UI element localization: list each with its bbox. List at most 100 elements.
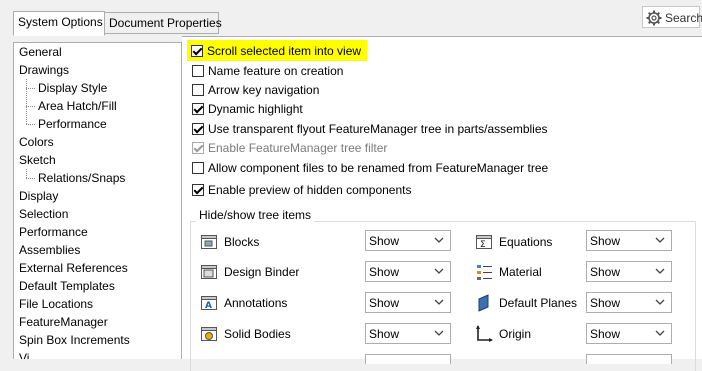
equations-icon: Σ (475, 233, 493, 251)
checkbox[interactable] (192, 103, 204, 115)
option-dynamic-highlight[interactable]: Dynamic highlight (192, 100, 303, 118)
tree-item-drawings[interactable]: Drawings (19, 61, 69, 79)
tab-document-properties[interactable]: Document Properties (104, 12, 222, 34)
chevron-down-icon (434, 330, 444, 336)
checkbox[interactable] (192, 65, 204, 77)
tree-item-external-references[interactable]: External References (19, 259, 128, 277)
tree-item-label: Origin (499, 327, 532, 341)
tree-item-equations: Σ Equations (475, 231, 552, 253)
gear-icon (646, 10, 662, 26)
tree-item-label: Material (499, 265, 542, 279)
material-visibility-select[interactable]: Show (586, 261, 672, 282)
tree-item-annotations: A Annotations (200, 292, 287, 314)
tree-item-area-hatch-fill[interactable]: Area Hatch/Fill (26, 97, 117, 115)
tree-item-file-locations[interactable]: File Locations (19, 295, 93, 313)
option-label: Arrow key navigation (208, 83, 320, 97)
options-tree[interactable]: General Drawings Display Style Area Hatc… (13, 42, 182, 359)
tree-item-selection[interactable]: Selection (19, 205, 68, 223)
select-value: Show (590, 265, 621, 279)
option-name-feature-on-creation[interactable]: Name feature on creation (192, 62, 343, 80)
checkbox[interactable] (192, 84, 204, 96)
featuremanager-options-panel: Scroll selected item into view Name feat… (182, 36, 702, 371)
tree-item-spin-box-increments[interactable]: Spin Box Increments (19, 331, 130, 349)
chevron-down-icon (655, 299, 665, 305)
tree-item-assemblies[interactable]: Assemblies (19, 241, 80, 259)
origin-visibility-select[interactable]: Show (586, 323, 672, 344)
select-value: Show (369, 234, 400, 248)
option-label: Allow component files to be renamed from… (208, 161, 549, 175)
select-value: Show (369, 265, 400, 279)
checkbox (192, 142, 204, 154)
tree-item-relations-snaps[interactable]: Relations/Snaps (25, 169, 125, 187)
option-tree-filter: Enable FeatureManager tree filter (192, 139, 387, 157)
chevron-down-icon (655, 330, 665, 336)
design-binder-visibility-select[interactable]: Show (365, 261, 451, 282)
svg-text:A: A (205, 301, 212, 311)
tree-item-label: Design Binder (224, 265, 300, 279)
annotations-icon: A (200, 294, 218, 312)
tree-item-blocks: Blocks (200, 231, 259, 253)
tree-item-default-templates[interactable]: Default Templates (19, 277, 115, 295)
option-label: Enable FeatureManager tree filter (208, 141, 388, 155)
chevron-down-icon (434, 268, 444, 274)
select-value: Show (590, 234, 621, 248)
design-binder-icon (200, 263, 218, 281)
option-label: Scroll selected item into view (207, 43, 362, 58)
tab-bar: System Options Document Properties Searc… (0, 0, 702, 36)
chevron-down-icon (655, 237, 665, 243)
option-label: Enable preview of hidden components (208, 183, 412, 197)
search-label: Search (665, 11, 702, 25)
option-label: Dynamic highlight (208, 102, 303, 116)
chevron-down-icon (434, 237, 444, 243)
option-label: Name feature on creation (208, 64, 344, 78)
option-transparent-flyout[interactable]: Use transparent flyout FeatureManager tr… (192, 120, 548, 138)
checkbox[interactable] (192, 123, 204, 135)
annotations-visibility-select[interactable]: Show (365, 292, 451, 313)
option-label: Use transparent flyout FeatureManager tr… (208, 122, 548, 136)
default-planes-visibility-select[interactable]: Show (586, 292, 672, 313)
search-box[interactable]: Search (642, 6, 702, 28)
option-allow-rename[interactable]: Allow component files to be renamed from… (192, 159, 548, 177)
option-preview-hidden-components[interactable]: Enable preview of hidden components (192, 181, 411, 199)
tab-system-options[interactable]: System Options (13, 11, 105, 36)
next-visibility-select[interactable] (365, 354, 451, 364)
tree-item-origin: Origin (475, 323, 531, 345)
tree-item-label: Annotations (224, 296, 288, 310)
option-scroll-selected-item[interactable]: Scroll selected item into view (187, 40, 368, 61)
select-value: Show (369, 327, 400, 341)
tree-connector (26, 79, 27, 124)
tree-item-view[interactable]: Vi (19, 349, 29, 359)
chevron-down-icon (655, 268, 665, 274)
tree-item-display-style[interactable]: Display Style (25, 79, 107, 97)
checkbox[interactable] (192, 162, 204, 174)
next-visibility-select[interactable] (586, 354, 672, 364)
tree-item-sketch[interactable]: Sketch (19, 151, 56, 169)
tree-item-performance[interactable]: Performance (19, 223, 88, 241)
origin-icon (475, 325, 493, 343)
svg-text:Σ: Σ (480, 240, 486, 250)
select-value: Show (369, 296, 400, 310)
tree-item-drawings-performance[interactable]: Performance (26, 115, 107, 133)
select-value: Show (590, 327, 621, 341)
hide-show-group-title: Hide/show tree items (196, 208, 315, 222)
blocks-icon (200, 233, 218, 251)
equations-visibility-select[interactable]: Show (586, 230, 672, 251)
tree-item-colors[interactable]: Colors (19, 133, 54, 151)
tree-item-label: Default Planes (499, 296, 578, 310)
checkbox[interactable] (192, 184, 204, 196)
blocks-visibility-select[interactable]: Show (365, 230, 451, 251)
tree-connector (26, 169, 27, 178)
tree-item-label: Solid Bodies (224, 327, 291, 341)
select-value: Show (590, 296, 621, 310)
tree-item-display[interactable]: Display (19, 187, 58, 205)
solid-bodies-visibility-select[interactable]: Show (365, 323, 451, 344)
default-planes-icon (475, 294, 493, 312)
tree-item-design-binder: Design Binder (200, 261, 299, 283)
tree-item-featuremanager[interactable]: FeatureManager (19, 313, 108, 331)
tree-item-default-planes: Default Planes (475, 292, 577, 314)
checkbox[interactable] (191, 44, 203, 57)
tree-item-solid-bodies: Solid Bodies (200, 323, 291, 345)
solid-bodies-icon (200, 325, 218, 343)
tree-item-general[interactable]: General (19, 43, 62, 61)
option-arrow-key-navigation[interactable]: Arrow key navigation (192, 81, 319, 99)
